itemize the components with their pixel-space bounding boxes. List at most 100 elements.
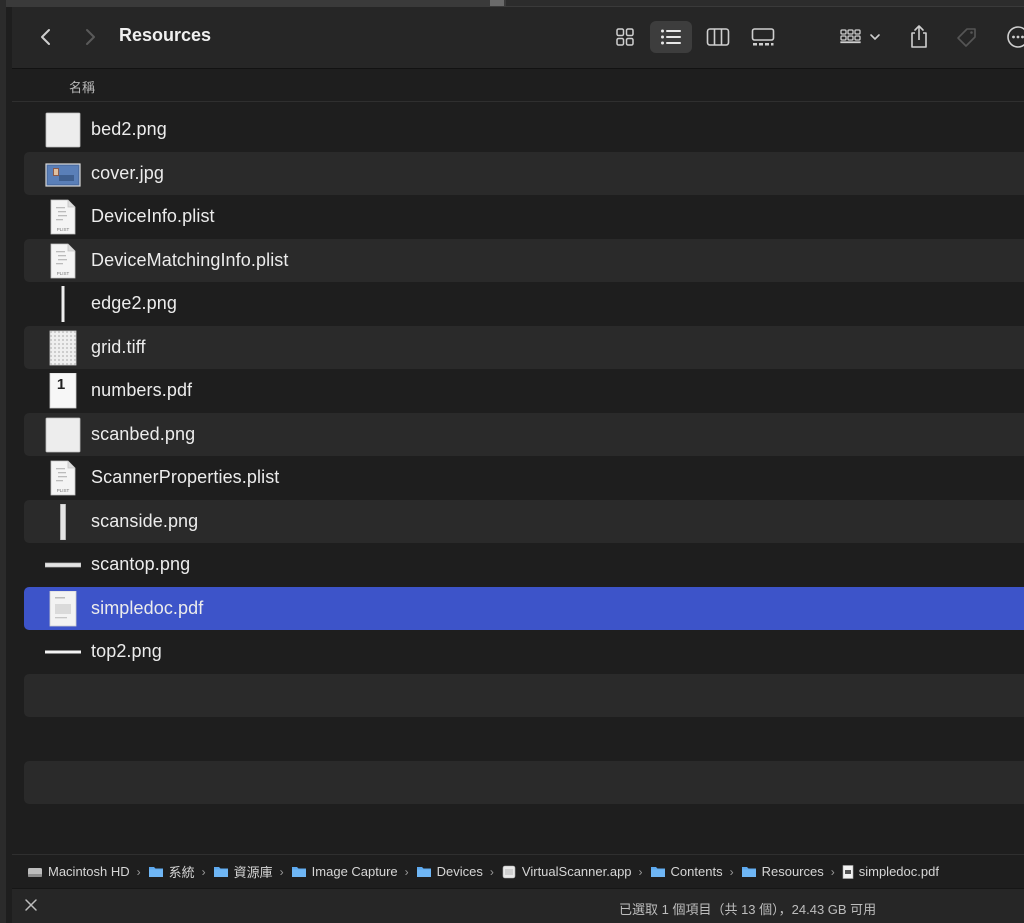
path-item-image-capture[interactable]: Image Capture (291, 864, 398, 879)
path-item-virtualscanner[interactable]: VirtualScanner.app (501, 864, 632, 879)
file-name: ScannerProperties.plist (91, 467, 280, 488)
tag-button[interactable] (953, 21, 981, 53)
empty-row (24, 717, 1024, 761)
path-item-devices[interactable]: Devices (416, 864, 483, 879)
list-column-header[interactable]: 名稱 (12, 69, 1024, 102)
svg-text:PLIST: PLIST (57, 488, 70, 493)
plist-file-icon: PLIST (45, 460, 81, 496)
empty-row (24, 760, 1024, 804)
path-item-label: Resources (761, 864, 824, 879)
file-row[interactable]: grid.tiff (24, 325, 1024, 369)
file-row[interactable]: top2.png (24, 630, 1024, 674)
file-row[interactable]: PLIST ScannerProperties.plist (24, 456, 1024, 500)
folder-icon (213, 867, 228, 877)
finder-window: Resources 名稱 bed2.png cover.jpg PLIST De… (0, 0, 1024, 923)
column-view-icon (706, 28, 730, 46)
name-column-header[interactable]: 名稱 (69, 77, 95, 96)
share-button[interactable] (906, 21, 932, 53)
more-button[interactable] (1005, 21, 1024, 53)
path-item-label: Image Capture (311, 864, 398, 879)
folder-icon (650, 867, 665, 877)
path-item-label: 系統 (168, 865, 195, 880)
image-file-icon (45, 112, 81, 148)
path-separator: › (136, 864, 141, 879)
path-item-label: VirtualScanner.app (521, 864, 632, 879)
file-row[interactable]: edge2.png (24, 282, 1024, 326)
window-top-edge (6, 0, 1024, 7)
file-row[interactable]: scanside.png (24, 499, 1024, 543)
folder-icon (291, 867, 306, 877)
back-button[interactable] (34, 21, 58, 53)
file-name: top2.png (91, 641, 162, 662)
empty-row (24, 804, 1024, 848)
list-view-button[interactable] (650, 21, 692, 53)
file-row[interactable]: PLIST DeviceInfo.plist (24, 195, 1024, 239)
path-separator: › (279, 864, 284, 879)
file-name: bed2.png (91, 119, 167, 140)
close-pathbar-button[interactable] (23, 897, 39, 916)
file-list: bed2.png cover.jpg PLIST DeviceInfo.plis… (24, 108, 1024, 848)
path-bar: Macintosh HD › 系統 › 資源庫 › Image Capture … (12, 854, 1024, 888)
path-item-contents[interactable]: Contents (650, 864, 723, 879)
path-item-system[interactable]: 系統 (148, 862, 195, 881)
file-row[interactable]: 1 numbers.pdf (24, 369, 1024, 413)
group-by-button[interactable] (838, 21, 886, 53)
path-separator: › (729, 864, 734, 879)
chevron-right-icon (86, 29, 95, 45)
path-item-label: 資源庫 (233, 865, 273, 880)
column-view-button[interactable] (700, 21, 736, 53)
path-item-label: simpledoc.pdf (858, 864, 939, 879)
empty-row (24, 673, 1024, 717)
svg-text:1: 1 (57, 376, 65, 393)
file-row[interactable]: cover.jpg (24, 151, 1024, 195)
window-title: Resources (119, 25, 212, 45)
path-item-label: Macintosh HD (48, 864, 130, 879)
file-name: DeviceMatchingInfo.plist (91, 249, 289, 270)
folder-icon (148, 867, 163, 877)
app-icon (502, 865, 516, 878)
file-name: scantop.png (91, 554, 191, 575)
file-name: edge2.png (91, 293, 177, 314)
file-row[interactable]: bed2.png (24, 108, 1024, 152)
path-item-library[interactable]: 資源庫 (213, 862, 273, 881)
close-icon (25, 899, 37, 911)
file-row[interactable]: PLIST DeviceMatchingInfo.plist (24, 238, 1024, 282)
vertical-strip-icon (45, 503, 81, 540)
path-separator: › (489, 864, 494, 879)
svg-text:PLIST: PLIST (57, 227, 70, 232)
path-separator: › (404, 864, 409, 879)
list-view-icon (661, 29, 681, 45)
file-name: grid.tiff (91, 336, 146, 357)
file-name: numbers.pdf (91, 380, 193, 401)
svg-text:PLIST: PLIST (57, 271, 70, 276)
path-item-label: Devices (436, 864, 483, 879)
toolbar: Resources (12, 7, 1024, 69)
chevron-left-icon (41, 29, 50, 45)
folder-icon (741, 867, 756, 877)
path-item-simpledoc[interactable]: simpledoc.pdf (842, 864, 939, 879)
status-bar: 已選取 1 個項目（共 13 個），24.43 GB 可用 (12, 888, 1024, 923)
group-by-icon (840, 29, 880, 44)
path-item-resources[interactable]: Resources (741, 864, 824, 879)
icon-view-button[interactable] (608, 21, 642, 53)
path-separator: › (201, 864, 206, 879)
tag-icon (957, 28, 976, 47)
path-separator: › (830, 864, 835, 879)
file-row[interactable]: scantop.png (24, 543, 1024, 587)
path-separator: › (638, 864, 643, 879)
pdf-small-icon (842, 864, 854, 879)
path-item-label: Contents (670, 864, 723, 879)
file-row[interactable]: scanbed.png (24, 412, 1024, 456)
icon-view-icon (616, 28, 634, 46)
image-file-icon (45, 417, 81, 453)
file-row-selected[interactable]: simpledoc.pdf (24, 586, 1024, 630)
horizontal-strip-icon (45, 547, 81, 583)
gallery-view-button[interactable] (746, 21, 780, 53)
path-item-macintosh-hd[interactable]: Macintosh HD (27, 864, 130, 879)
forward-button[interactable] (78, 21, 102, 53)
plist-file-icon: PLIST (45, 243, 81, 279)
tiff-grid-icon (45, 330, 81, 366)
vertical-strip-icon (45, 286, 81, 322)
plist-file-icon: PLIST (45, 199, 81, 235)
file-name: simpledoc.pdf (91, 597, 204, 618)
